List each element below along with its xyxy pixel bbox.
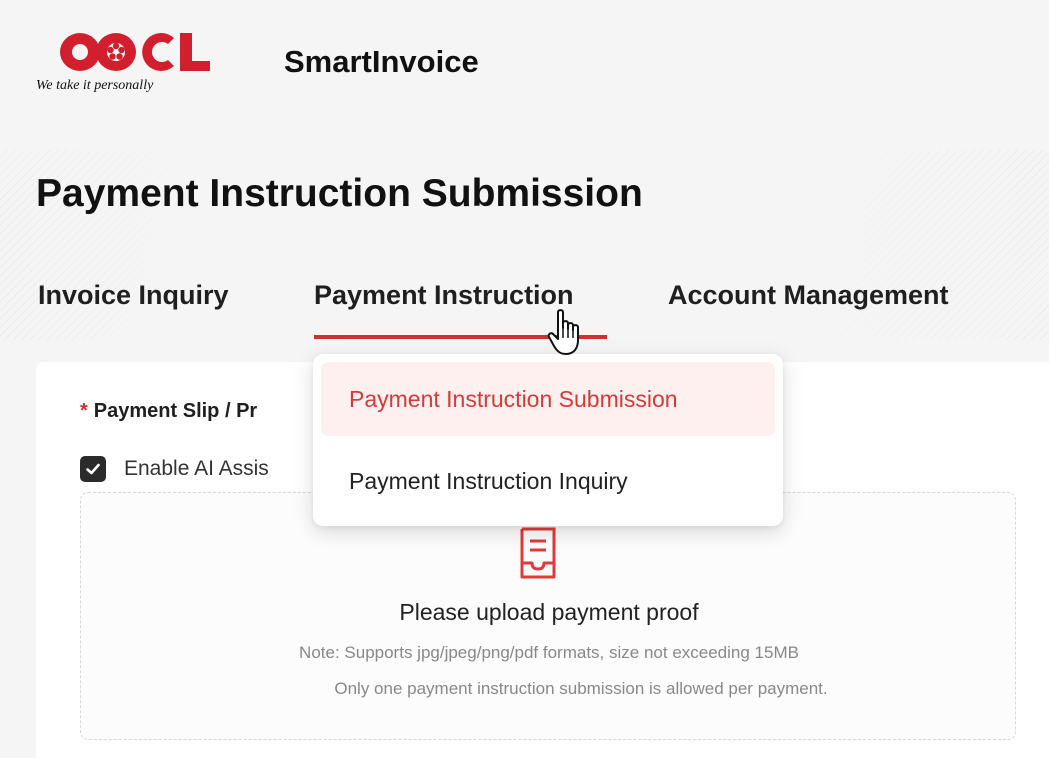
required-asterisk: *: [80, 400, 88, 422]
nav-tab-invoice-inquiry[interactable]: Invoice Inquiry: [38, 280, 229, 311]
document-tray-icon: [518, 525, 558, 581]
nav-tab-account-management[interactable]: Account Management: [668, 280, 949, 311]
ai-assist-checkbox[interactable]: [80, 456, 106, 482]
logo-tagline: We take it personally: [36, 78, 154, 93]
oocl-logo[interactable]: We take it personally: [36, 30, 226, 100]
main-nav: Invoice Inquiry Payment Instruction Acco…: [0, 280, 1049, 340]
app-name: SmartInvoice: [284, 44, 479, 79]
payment-instruction-dropdown: Payment Instruction Submission Payment I…: [313, 354, 783, 526]
payment-slip-label: * Payment Slip / Pr: [80, 400, 310, 423]
upload-dropzone[interactable]: Please upload payment proof Note: Suppor…: [80, 492, 1016, 740]
upload-note: Note: Supports jpg/jpeg/png/pdf formats,…: [299, 643, 799, 662]
hand-pointer-cursor-icon: [546, 308, 586, 358]
dropdown-item-submission[interactable]: Payment Instruction Submission: [321, 362, 775, 436]
ai-assist-label: Enable AI Assis: [124, 457, 269, 480]
dropdown-item-inquiry[interactable]: Payment Instruction Inquiry: [321, 444, 775, 518]
header: We take it personally SmartInvoice: [0, 0, 1049, 120]
payment-slip-label-text: Payment Slip / Pr: [93, 400, 258, 422]
upload-note-limit: Only one payment instruction submission …: [334, 679, 828, 698]
checkmark-icon: [86, 463, 100, 475]
logo-wordmark-icon: [60, 33, 210, 71]
page-title: Payment Instruction Submission: [36, 172, 643, 215]
upload-title: Please upload payment proof: [399, 599, 699, 625]
nav-tab-payment-instruction[interactable]: Payment Instruction: [314, 280, 574, 311]
ai-assist-row: Enable AI Assis: [80, 455, 334, 483]
